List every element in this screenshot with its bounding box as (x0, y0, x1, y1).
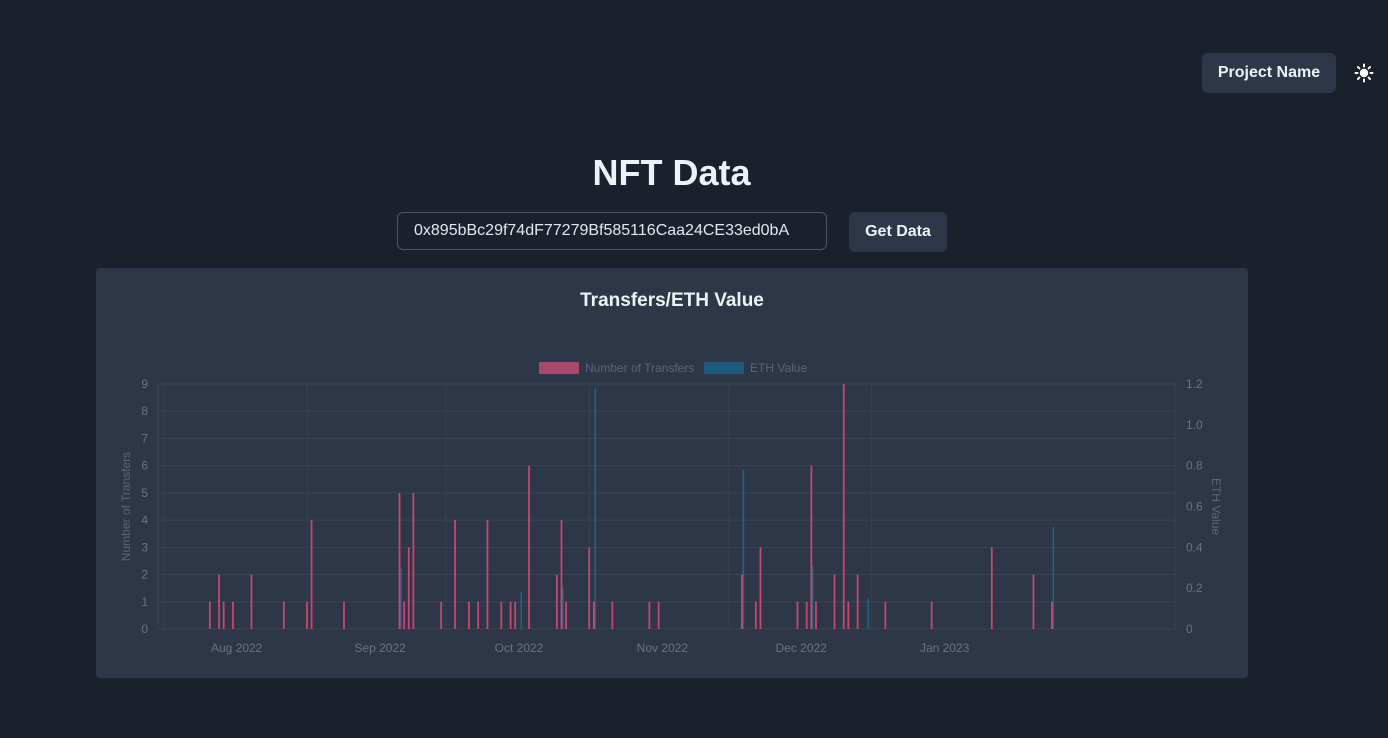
transfer-bar (1032, 574, 1035, 629)
legend-swatch-eth (704, 362, 744, 374)
transfer-bar (306, 601, 308, 629)
x-tick-label: Nov 2022 (637, 641, 689, 655)
transfer-bar (592, 601, 595, 629)
y-right-tick-label: 0.4 (1186, 540, 1203, 554)
transfer-bar (343, 601, 345, 629)
y-right-tick-label: 1.2 (1186, 377, 1203, 391)
transfers-eth-chart: Transfers/ETH Value Aug 2022 Sep 2022 Oct 2… (119, 290, 1223, 655)
y-left-tick-label: 2 (141, 568, 148, 582)
transfer-bar (412, 492, 415, 629)
eth-value-bar (594, 388, 597, 629)
page-title: NFT Data (592, 152, 751, 193)
transfer-bar (648, 601, 651, 629)
transfer-bar (407, 547, 410, 629)
transfer-bar (990, 547, 993, 629)
chart-card: Transfers/ETH Value Aug 2022 Sep 2022 Oct 2… (96, 268, 1248, 678)
chart-title: Transfers/ETH Value (580, 290, 764, 311)
contract-address-input[interactable] (397, 212, 827, 250)
transfer-bar (741, 574, 743, 629)
transfer-bar (468, 601, 470, 629)
transfer-bar (222, 601, 225, 629)
transfer-bar (477, 601, 480, 629)
legend-swatch-transfers (539, 362, 579, 374)
transfer-bar (810, 465, 813, 629)
transfer-bar (398, 492, 401, 629)
y-left-tick-label: 0 (141, 622, 148, 636)
transfer-bar (560, 520, 563, 629)
transfer-bar (847, 601, 850, 629)
transfer-bar (208, 601, 211, 629)
transfer-bar (611, 601, 614, 629)
eth-value-bar (520, 592, 523, 629)
transfer-bar (930, 601, 933, 629)
y-right-tick-label: 0.8 (1186, 459, 1203, 473)
transfer-bar (754, 601, 757, 629)
y-left-tick-label: 1 (141, 595, 148, 609)
y-right-tick-label: 0.6 (1186, 500, 1203, 514)
legend-label-eth: ETH Value (750, 361, 807, 375)
transfer-bar (588, 547, 591, 629)
sun-icon[interactable] (1352, 61, 1376, 85)
transfer-bar (657, 601, 660, 629)
y-right-tick-label: 1.0 (1186, 418, 1203, 432)
transfer-bar (565, 601, 567, 629)
transfer-bar (856, 574, 859, 629)
x-tick-label: Jan 2023 (920, 641, 970, 655)
transfer-bar (440, 601, 443, 629)
project-name-button[interactable]: Project Name (1202, 53, 1336, 93)
y-left-tick-label: 3 (141, 540, 148, 554)
transfer-bar (759, 547, 762, 629)
x-tick-label: Oct 2022 (495, 641, 544, 655)
transfer-bar (514, 601, 517, 629)
transfer-bar (454, 520, 456, 629)
transfer-bar (528, 465, 530, 629)
transfer-bar (555, 574, 558, 629)
y-left-tick-label: 9 (141, 377, 148, 391)
transfer-bar (796, 601, 799, 629)
transfer-bar (1051, 601, 1053, 629)
transfer-bar (486, 520, 489, 629)
transfer-bar (805, 601, 808, 629)
transfer-bar (500, 601, 503, 629)
y-left-axis-label: Number of Transfers (119, 452, 133, 561)
eth-value-bar (867, 598, 870, 629)
transfer-bar (218, 574, 220, 629)
transfer-bar (842, 384, 845, 629)
legend-label-transfers: Number of Transfers (585, 361, 694, 375)
y-left-tick-label: 6 (141, 459, 148, 473)
x-tick-label: Dec 2022 (776, 641, 828, 655)
y-right-axis-label: ETH Value (1209, 478, 1223, 535)
transfer-bar (884, 601, 887, 629)
transfer-bar (250, 574, 253, 629)
get-data-button[interactable]: Get Data (849, 212, 947, 252)
transfer-bar (310, 520, 313, 629)
transfer-bar (403, 601, 406, 629)
y-left-tick-label: 4 (141, 513, 148, 527)
y-left-tick-label: 7 (141, 431, 148, 445)
x-tick-label: Sep 2022 (354, 641, 406, 655)
x-tick-label: Aug 2022 (211, 641, 263, 655)
y-right-tick-label: 0 (1186, 622, 1193, 636)
y-right-tick-label: 0.2 (1186, 581, 1203, 595)
y-left-tick-label: 8 (141, 404, 148, 418)
transfer-bar (232, 601, 234, 629)
transfer-bar (509, 601, 512, 629)
transfer-bar (833, 574, 836, 629)
transfer-bar (815, 601, 817, 629)
y-left-tick-label: 5 (141, 486, 148, 500)
transfer-bar (282, 601, 285, 629)
